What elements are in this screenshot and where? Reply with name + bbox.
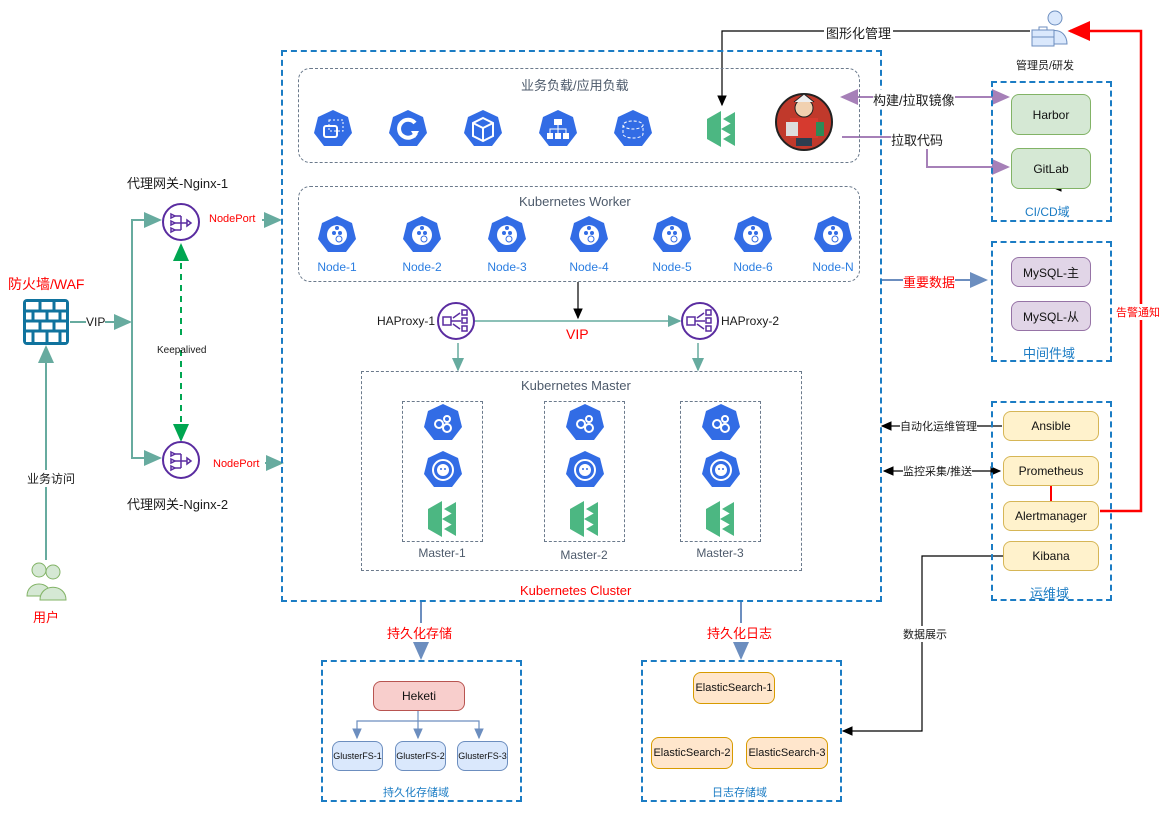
kuboard-icon[interactable] [428,499,458,539]
worker-node-label: Node-6 [733,260,773,274]
worker-node-label: Node-4 [569,260,609,274]
kuboard-icon[interactable] [707,109,737,149]
controller-manager-icon[interactable] [423,403,463,443]
log-domain-label: 日志存储域 [712,787,767,799]
persistent-volume-icon[interactable] [613,109,653,149]
glusterfs-box[interactable]: GlusterFS-2 [395,741,446,771]
persistent-log-label: 持久化日志 [707,623,773,642]
cicd-domain-label: CI/CD域 [1025,205,1070,219]
elasticsearch-1-box[interactable]: ElasticSearch-1 [693,672,775,704]
kuboard-icon[interactable] [570,499,600,539]
mysql-master-box[interactable]: MySQL-主 [1011,257,1091,287]
master-node-label: Master-1 [418,546,466,560]
cronjob-icon[interactable] [388,109,428,149]
ops-domain-label: 运维域 [1030,586,1070,601]
kibana-box[interactable]: Kibana [1003,541,1099,571]
build-pull-image-label: 构建/拉取镜像 [873,90,955,109]
glusterfs-box[interactable]: GlusterFS-1 [332,741,383,771]
kubernetes-cluster-label: Kubernetes Cluster [520,583,632,598]
glusterfs-box[interactable]: GlusterFS-3 [457,741,508,771]
prometheus-box[interactable]: Prometheus [1003,456,1099,486]
persistent-storage-label: 持久化存储 [387,623,453,642]
users-icon [26,562,67,601]
service-icon[interactable] [538,109,578,149]
admin-label: 管理员/研发 [1016,60,1075,72]
pull-code-label: 拉取代码 [891,130,944,149]
workload-title: 业务负载/应用负载 [521,78,629,93]
gui-manage-label: 图形化管理 [824,23,894,42]
harbor-box[interactable]: Harbor [1011,94,1091,135]
nginx1-label: 代理网关-Nginx-1 [127,176,229,191]
alertmanager-box[interactable]: Alertmanager [1003,501,1099,531]
ansible-box[interactable]: Ansible [1003,411,1099,441]
elasticsearch-3-box[interactable]: ElasticSearch-3 [746,737,828,769]
worker-node-icon[interactable] [733,215,773,255]
master-title: Kubernetes Master [521,378,631,393]
controller-manager-icon[interactable] [701,403,741,443]
worker-node-label: Node-2 [402,260,442,274]
worker-node-icon[interactable] [652,215,692,255]
admin-developer-icon [1031,10,1068,47]
master-node-label: Master-2 [560,548,608,562]
alert-notify-label: 告警通知 [1116,304,1160,320]
worker-node-label: Node-N [812,260,854,274]
gitlab-box[interactable]: GitLab [1011,148,1091,189]
vip-label: VIP [86,315,106,329]
data-display-label: 数据展示 [903,626,947,642]
haproxy-vip-label: VIP [566,326,589,342]
middleware-domain-label: 中间件域 [1023,346,1076,361]
firewall-icon [23,299,69,345]
worker-node-label: Node-3 [487,260,527,274]
haproxy1-icon[interactable] [436,301,476,341]
monitor-label: 监控采集/推送 [903,463,973,479]
haproxy2-icon[interactable] [680,301,720,341]
nodeport1-label: NodePort [209,213,256,225]
worker-node-icon[interactable] [487,215,527,255]
pod-icon[interactable] [463,109,503,149]
nginx2-label: 代理网关-Nginx-2 [127,497,229,512]
business-access-label: 业务访问 [27,470,76,487]
storage-domain-label: 持久化存储域 [383,787,449,799]
scheduler-icon[interactable] [701,450,741,490]
auto-ops-label: 自动化运维管理 [900,418,977,434]
heketi-box[interactable]: Heketi [373,681,465,711]
architecture-diagram: 防火墙/WAF VIP 业务访问 用户 代理网关-Nginx-1 NodePor… [0,0,1171,829]
haproxy1-label: HAProxy-1 [377,314,436,328]
worker-node-icon[interactable] [402,215,442,255]
nginx1-load-balancer-icon[interactable] [161,202,201,242]
jenkins-icon[interactable] [772,88,836,152]
haproxy2-label: HAProxy-2 [721,314,780,328]
worker-title: Kubernetes Worker [519,194,631,209]
kuboard-icon[interactable] [706,499,736,539]
worker-node-label: Node-5 [652,260,692,274]
important-data-label: 重要数据 [903,272,956,291]
worker-node-label: Node-1 [317,260,357,274]
user-label: 用户 [33,610,60,625]
elasticsearch-2-box[interactable]: ElasticSearch-2 [651,737,733,769]
nginx2-load-balancer-icon[interactable] [161,440,201,480]
nodeport2-label: NodePort [213,458,260,470]
deployment-icon[interactable] [313,109,353,149]
master-node-label: Master-3 [696,546,744,560]
worker-node-icon[interactable] [813,215,853,255]
controller-manager-icon[interactable] [565,403,605,443]
scheduler-icon[interactable] [423,450,463,490]
worker-node-icon[interactable] [569,215,609,255]
mysql-slave-box[interactable]: MySQL-从 [1011,301,1091,331]
scheduler-icon[interactable] [565,450,605,490]
worker-node-icon[interactable] [317,215,357,255]
firewall-label: 防火墙/WAF [8,276,85,292]
keepalived-label: Keepalived [157,345,207,356]
